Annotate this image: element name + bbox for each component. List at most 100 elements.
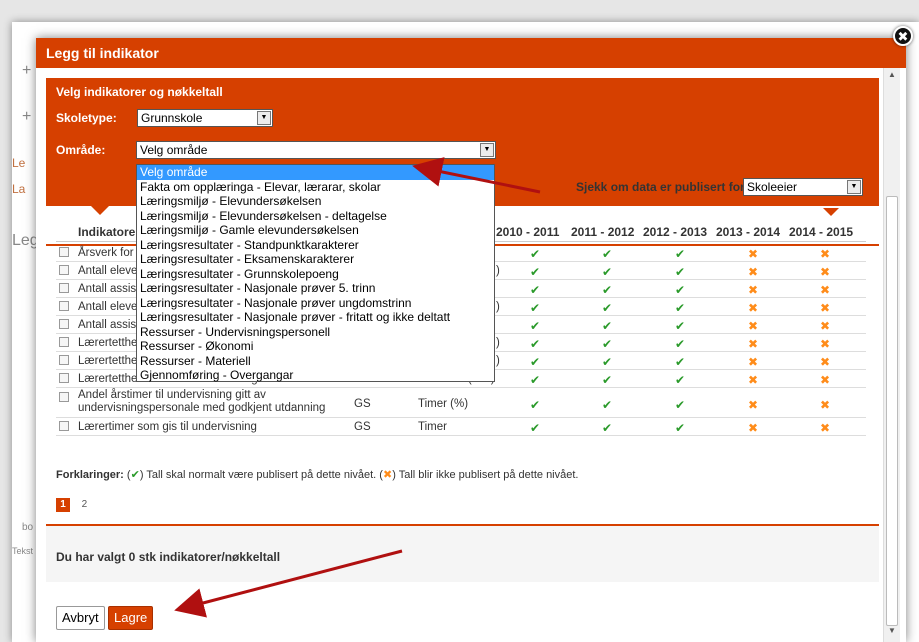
- cross-icon: ✖: [747, 398, 759, 412]
- indicator-name: Årsverk for: [78, 247, 134, 259]
- legend: Forklaringer: (✔) Tall skal normalt være…: [56, 468, 578, 481]
- row-checkbox[interactable]: [59, 373, 69, 383]
- omrade-select[interactable]: Velg område ▼: [136, 141, 496, 159]
- check-icon: ✔: [674, 337, 686, 351]
- dropdown-option[interactable]: Ressurser - Økonomi: [137, 339, 494, 354]
- legend-no-text: Tall blir ikke publisert på dette nivået…: [398, 469, 579, 481]
- row-checkbox[interactable]: [59, 392, 69, 402]
- row-checkbox[interactable]: [59, 301, 69, 311]
- selection-summary: Du har valgt 0 stk indikatorer/nøkkeltal…: [46, 526, 879, 582]
- indicator-unit: ): [496, 355, 500, 367]
- cross-icon: ✖: [819, 283, 831, 297]
- dropdown-option[interactable]: Læringsmiljø - Elevundersøkelsen: [137, 194, 494, 209]
- indicator-unit: ): [496, 337, 500, 349]
- dropdown-option[interactable]: Læringsresultater - Nasjonale prøver ung…: [137, 296, 494, 311]
- scroll-up-icon[interactable]: ▲: [884, 70, 900, 84]
- legend-ok-text: Tall skal normalt være publisert på dett…: [146, 469, 377, 481]
- dropdown-option[interactable]: Læringsmiljø - Elevundersøkelsen - delta…: [137, 209, 494, 224]
- indicator-name: Lærertetthe: [78, 355, 138, 367]
- cross-icon: ✖: [819, 337, 831, 351]
- scroll-down-icon[interactable]: ▼: [884, 626, 900, 640]
- header-year: 2014 - 2015: [789, 225, 854, 239]
- check-icon: ✔: [674, 398, 686, 412]
- cross-icon: ✖: [747, 421, 759, 435]
- omrade-dropdown-list[interactable]: Velg område Fakta om opplæringa - Elevar,…: [136, 164, 495, 382]
- check-icon: ✔: [601, 337, 613, 351]
- check-icon: ✔: [529, 319, 541, 333]
- cross-icon: ✖: [747, 337, 759, 351]
- sjekk-select[interactable]: Skoleeier ▼: [743, 178, 863, 196]
- page-2-button[interactable]: 2: [77, 498, 91, 512]
- indicator-level: GS: [354, 398, 371, 410]
- check-icon: ✔: [674, 421, 686, 435]
- check-icon: ✔: [529, 373, 541, 387]
- dropdown-option[interactable]: Ressurser - Undervisningspersonell: [137, 325, 494, 340]
- cross-icon: ✖: [747, 301, 759, 315]
- dropdown-option[interactable]: Læringsmiljø - Gamle elevundersøkelsen: [137, 223, 494, 238]
- header-year: 2013 - 2014: [716, 225, 781, 239]
- dropdown-option[interactable]: Læringsresultater - Grunnskolepoeng: [137, 267, 494, 282]
- add-indicator-dialog: Legg til indikator Velg indikatorer og n…: [36, 38, 906, 642]
- omrade-value: Velg område: [140, 143, 208, 157]
- dropdown-option[interactable]: Læringsresultater - Eksamenskarakterer: [137, 252, 494, 267]
- check-icon: ✔: [601, 283, 613, 297]
- dropdown-option[interactable]: Læringsresultater - Nasjonale prøver 5. …: [137, 281, 494, 296]
- check-icon: ✔: [529, 355, 541, 369]
- indicator-name: Antall eleve: [78, 301, 138, 313]
- row-checkbox[interactable]: [59, 319, 69, 329]
- check-icon: ✔: [674, 355, 686, 369]
- dropdown-option[interactable]: Fakta om opplæringa - Elevar, lærarar, s…: [137, 180, 494, 195]
- row-checkbox[interactable]: [59, 421, 69, 431]
- row-checkbox[interactable]: [59, 337, 69, 347]
- column-notch: [823, 208, 839, 216]
- indicator-name: Antall assis: [78, 319, 137, 331]
- sjekk-label: Sjekk om data er publisert for:: [576, 180, 749, 194]
- background-plus-icon: +: [22, 62, 32, 79]
- page-1-button[interactable]: 1: [56, 498, 70, 512]
- close-button[interactable]: ✖: [893, 26, 913, 46]
- cross-icon: ✖: [819, 265, 831, 279]
- row-checkbox[interactable]: [59, 265, 69, 275]
- dropdown-option[interactable]: Ressurser - Materiell: [137, 354, 494, 369]
- check-icon: ✔: [130, 469, 140, 481]
- legend-paren: ): [392, 469, 396, 481]
- header-year: 2011 - 2012: [571, 225, 635, 239]
- indicator-name: Andel årstimer til undervisning gitt av …: [78, 389, 326, 414]
- check-icon: ✔: [529, 421, 541, 435]
- cross-icon: ✖: [747, 247, 759, 261]
- check-icon: ✔: [674, 301, 686, 315]
- table-row: Lærertimer som gis til undervisning GS Tim…: [56, 418, 866, 436]
- background-text: Tekst: [12, 546, 34, 556]
- row-checkbox[interactable]: [59, 283, 69, 293]
- cross-icon: ✖: [819, 421, 831, 435]
- check-icon: ✔: [529, 283, 541, 297]
- check-icon: ✔: [674, 283, 686, 297]
- row-checkbox[interactable]: [59, 247, 69, 257]
- cross-icon: ✖: [819, 247, 831, 261]
- dropdown-option[interactable]: Velg område: [137, 165, 494, 180]
- save-button[interactable]: Lagre: [108, 606, 154, 630]
- skoletype-select[interactable]: Grunnskole ▼: [137, 109, 273, 127]
- cross-icon: ✖: [382, 469, 393, 481]
- dropdown-option[interactable]: Gjennomføring - Overgangar: [137, 368, 494, 383]
- row-checkbox[interactable]: [59, 355, 69, 365]
- pagination: 1 2: [56, 496, 95, 512]
- indicator-name: Antall assis: [78, 283, 137, 295]
- chevron-down-icon: ▼: [480, 143, 494, 157]
- cancel-button[interactable]: Avbryt: [56, 606, 105, 630]
- dropdown-option[interactable]: Læringsresultater - Standpunktkarakterer: [137, 238, 494, 253]
- cross-icon: ✖: [747, 373, 759, 387]
- header-indikator: Indikatorer: [78, 225, 141, 239]
- scrollbar[interactable]: ▲ ▼: [883, 68, 900, 642]
- indicator-unit: Timer (%): [418, 398, 469, 410]
- check-icon: ✔: [529, 398, 541, 412]
- background-heading: Leg: [12, 232, 39, 249]
- cross-icon: ✖: [819, 319, 831, 333]
- dropdown-option[interactable]: Læringsresultater - Nasjonale prøver - f…: [137, 310, 494, 325]
- check-icon: ✔: [674, 373, 686, 387]
- cross-icon: ✖: [747, 283, 759, 297]
- scroll-thumb[interactable]: [886, 196, 898, 626]
- background-text: bo: [22, 522, 34, 533]
- check-icon: ✔: [674, 265, 686, 279]
- indicator-unit: ): [496, 301, 500, 313]
